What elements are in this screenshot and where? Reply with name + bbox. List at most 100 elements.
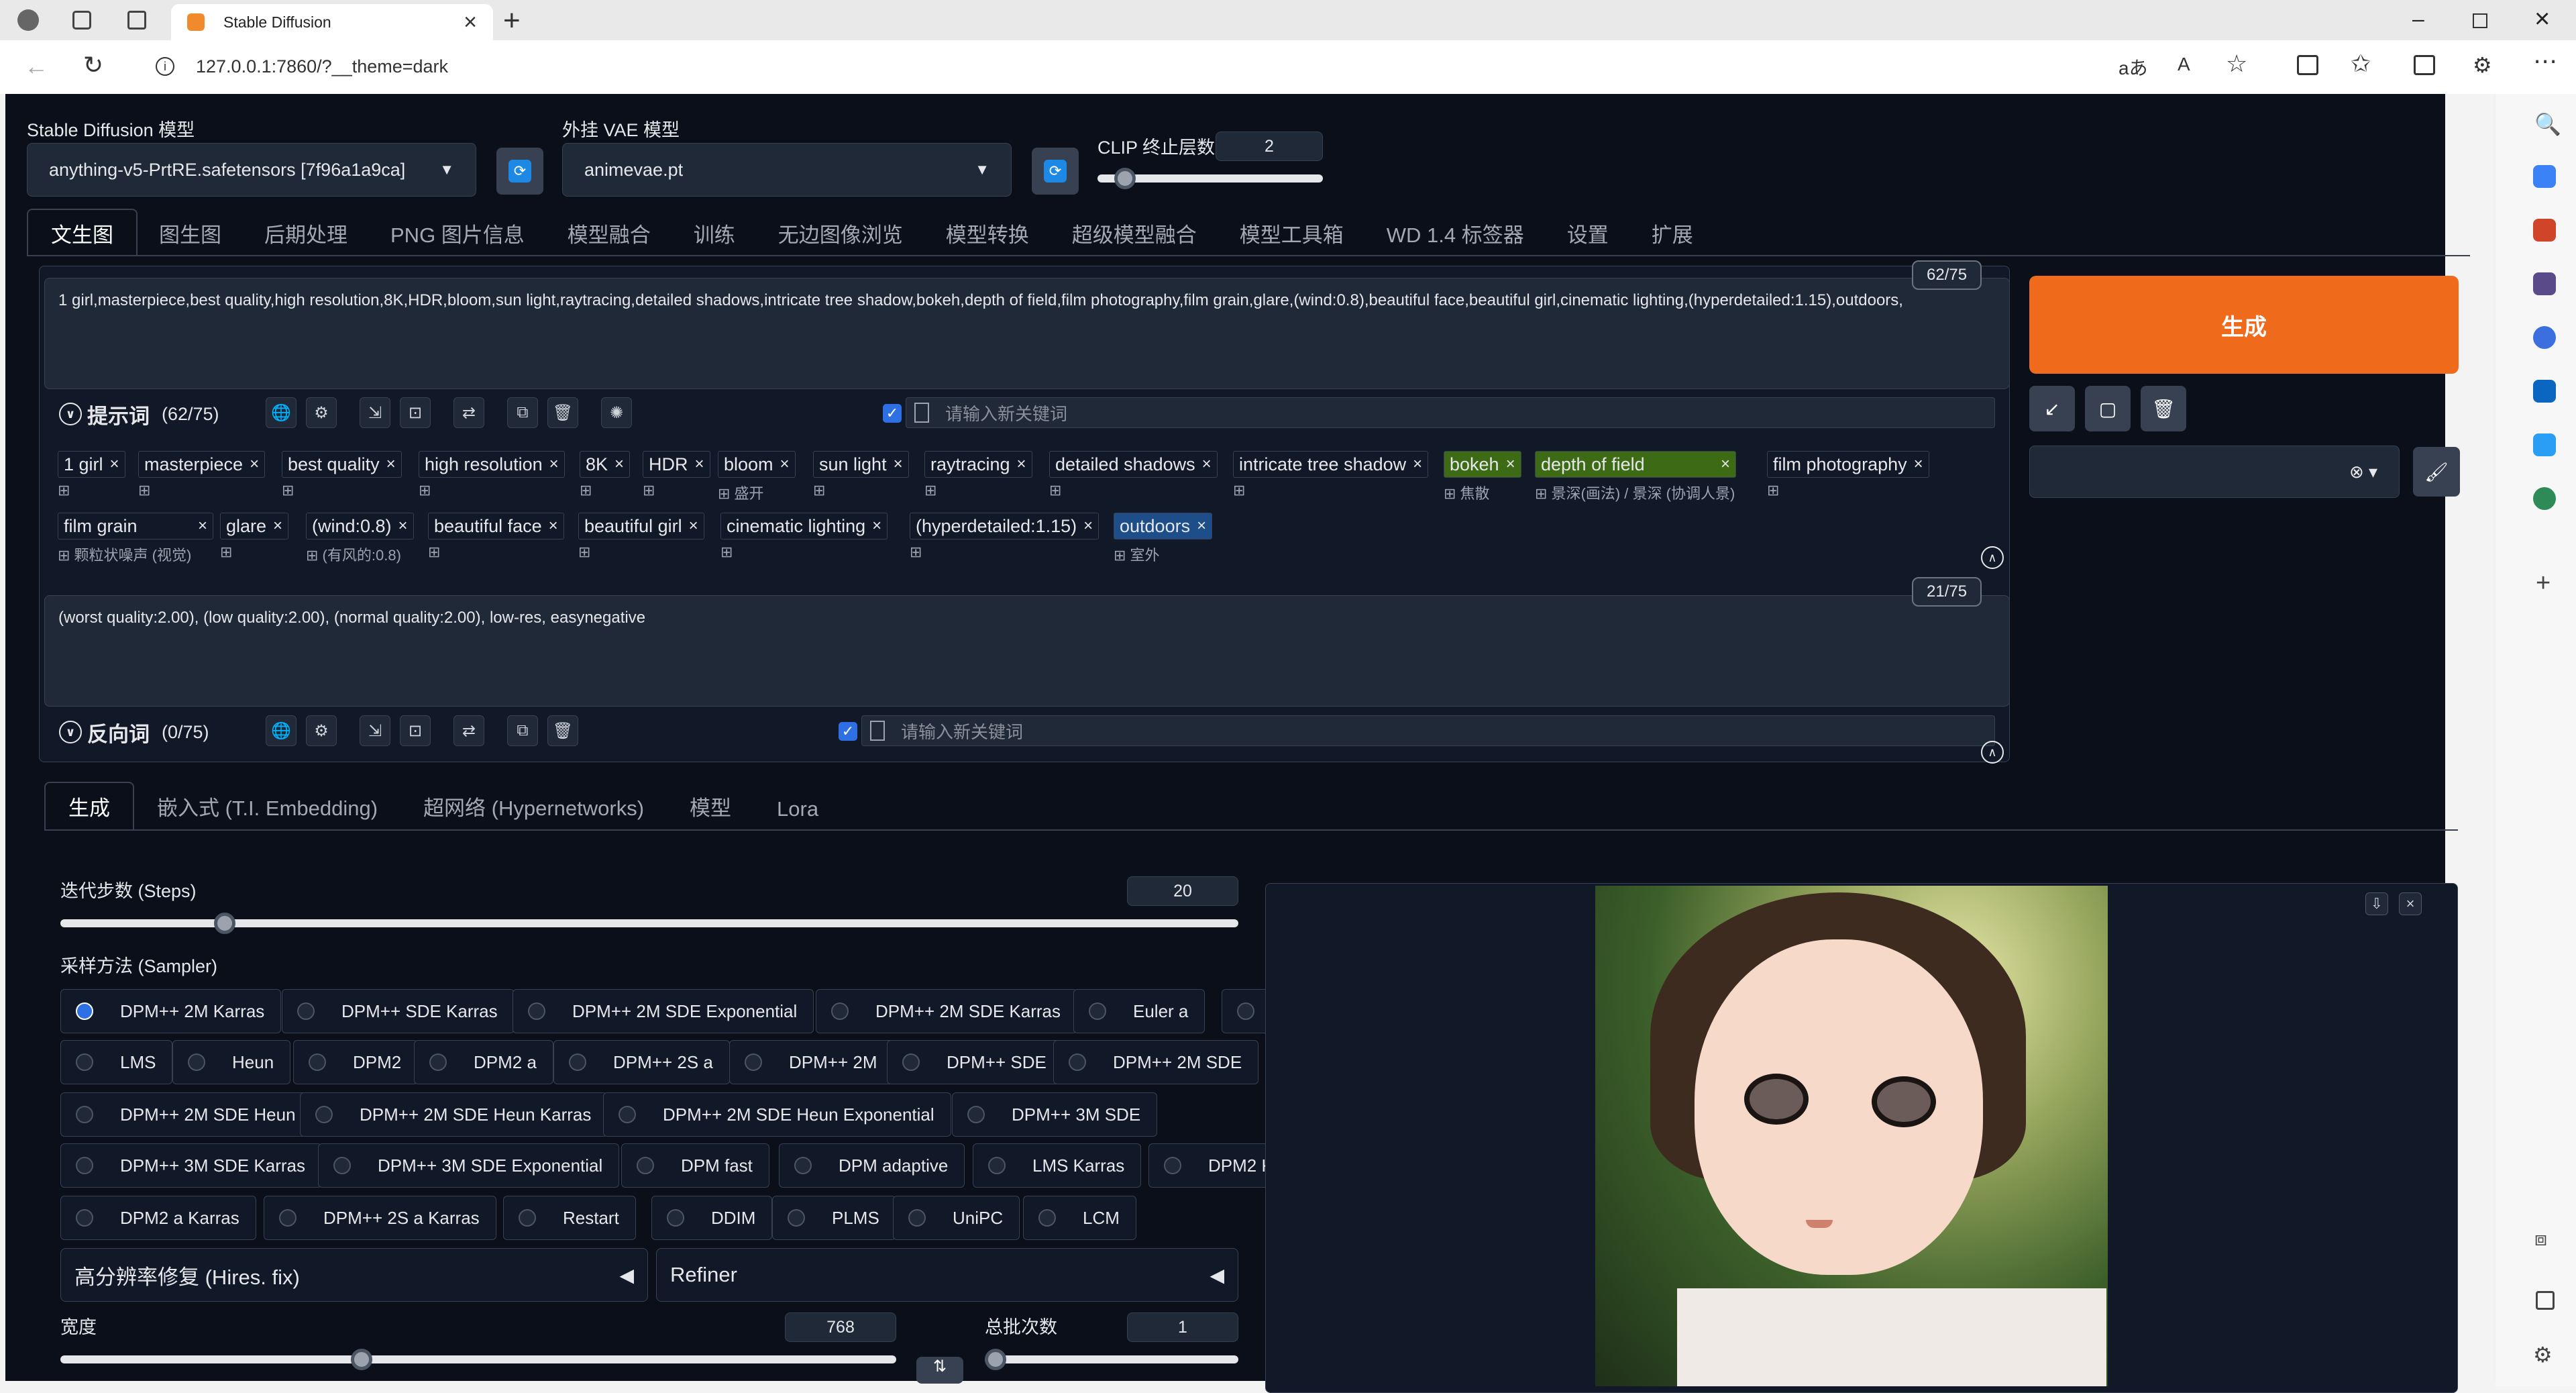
sampler-option[interactable]: DPM++ 2S a [553, 1040, 730, 1084]
prompt-chip[interactable]: bokeh × [1444, 451, 1521, 478]
tab-2[interactable]: 后期处理 [243, 218, 369, 255]
prompt-chip[interactable]: depth of field × [1535, 451, 1736, 478]
model-dropdown[interactable]: anything-v5-PrtRE.safetensors [7f96a1a9c… [27, 143, 476, 197]
sampler-option[interactable]: DPM++ 2M SDE Exponential [513, 989, 814, 1033]
chip-remove-icon[interactable]: × [110, 455, 119, 474]
chip-remove-icon[interactable]: × [695, 455, 704, 474]
close-window-icon[interactable]: × [2534, 4, 2550, 34]
prompt-chip[interactable]: intricate tree shadow × [1233, 451, 1429, 478]
arrow-icon[interactable]: ↙ [2029, 386, 2075, 431]
restore-icon[interactable] [2473, 13, 2487, 28]
negative-keyword-input[interactable]: 请输入新关键词 [861, 715, 1995, 746]
browser-tab[interactable]: Stable Diffusion × [171, 4, 493, 40]
keyword-checkbox[interactable]: ✓ [883, 404, 902, 423]
tab-11[interactable]: 设置 [1546, 218, 1630, 255]
sampler-option[interactable]: LMS Karras [973, 1143, 1142, 1188]
subtab-4[interactable]: Lora [754, 797, 841, 829]
swap-dimensions-icon[interactable]: ⇅ [916, 1357, 963, 1384]
chip-remove-icon[interactable]: × [780, 455, 790, 474]
subtab-3[interactable]: 模型 [667, 791, 754, 829]
sidebar-outlook-icon[interactable] [2533, 380, 2556, 403]
refresh-icon[interactable]: ↻ [83, 51, 103, 79]
trash-icon[interactable]: 🗑 [547, 715, 578, 746]
prompt-chip[interactable]: outdoors × [1114, 513, 1213, 539]
paintbrush-icon[interactable]: 🖌 [2413, 447, 2460, 497]
close-image-icon[interactable]: × [2399, 892, 2422, 915]
generate-button[interactable]: 生成 [2029, 276, 2459, 374]
favorite-icon[interactable]: ☆ [2226, 50, 2247, 78]
translate-icon[interactable]: 🌐 [266, 715, 297, 746]
chip-remove-icon[interactable]: × [1202, 455, 1212, 474]
back-icon[interactable]: ← [24, 52, 48, 81]
sidebar-screenshot-icon[interactable]: ⧈ [2534, 1228, 2547, 1251]
prompt-chip[interactable]: HDR × [643, 451, 710, 478]
sampler-option[interactable]: LCM [1023, 1196, 1136, 1240]
sidebar-copilot-icon[interactable] [2533, 326, 2556, 349]
sampler-option[interactable]: DPM2 a [414, 1040, 553, 1084]
sidebar-add-icon[interactable]: + [2536, 569, 2551, 598]
vae-dropdown[interactable]: animevae.pt ▼ [562, 143, 1012, 197]
sampler-option[interactable]: Euler a [1073, 989, 1205, 1033]
chip-remove-icon[interactable]: × [198, 517, 207, 535]
sampler-option[interactable]: DDIM [651, 1196, 773, 1240]
subtab-0[interactable]: 生成 [44, 782, 134, 829]
chip-remove-icon[interactable]: × [549, 517, 558, 535]
sampler-option[interactable]: DPM++ 2M SDE [1053, 1040, 1259, 1084]
reader-icon[interactable]: A [2178, 54, 2190, 75]
refresh-model-button[interactable]: ⟳ [496, 148, 543, 195]
sampler-option[interactable]: DPM++ 3M SDE Exponential [318, 1143, 620, 1188]
chip-remove-icon[interactable]: × [250, 455, 259, 474]
clip-value-input[interactable]: 2 [1216, 132, 1323, 161]
prompt-chip[interactable]: beautiful face × [428, 513, 564, 539]
refiner-accordion[interactable]: Refiner ◀ [656, 1248, 1238, 1302]
batch-count-input[interactable]: 1 [1127, 1312, 1238, 1342]
collapse-negative-icon[interactable]: ∧ [1981, 741, 2004, 764]
prompt-chip[interactable]: cinematic lighting × [720, 513, 888, 539]
sidebar-send-icon[interactable] [2533, 433, 2556, 456]
search-icon[interactable]: 🔍 [2534, 111, 2561, 137]
chip-remove-icon[interactable]: × [894, 455, 903, 474]
steps-value-input[interactable]: 20 [1127, 876, 1238, 906]
clip-slider-handle[interactable] [1114, 168, 1136, 189]
translate-icon[interactable]: 🌐 [266, 397, 297, 428]
swap-icon[interactable]: ⇄ [453, 397, 484, 428]
sampler-option[interactable]: DPM2 a Karras [60, 1196, 256, 1240]
hires-fix-accordion[interactable]: 高分辨率修复 (Hires. fix) ◀ [60, 1248, 648, 1302]
steps-slider-track[interactable] [60, 919, 1238, 927]
width-slider-track[interactable] [60, 1355, 896, 1363]
chip-remove-icon[interactable]: × [614, 455, 624, 474]
collapse-chips-icon[interactable]: ∧ [1981, 546, 2004, 569]
workspaces-icon[interactable] [72, 11, 91, 30]
collections-icon[interactable] [2414, 55, 2435, 75]
more-icon[interactable]: ⋯ [2533, 47, 2557, 75]
sidebar-tag-icon[interactable] [2533, 165, 2556, 188]
batch-slider-track[interactable] [985, 1355, 1238, 1363]
sampler-option[interactable]: DPM2 [293, 1040, 419, 1084]
favorites-icon[interactable]: ✩ [2351, 50, 2371, 78]
prompt-chip[interactable]: best quality × [282, 451, 402, 478]
prompt-chip[interactable]: raytracing × [924, 451, 1032, 478]
download-icon[interactable]: ⇩ [2365, 892, 2388, 915]
sampler-option[interactable]: DPM++ 3M SDE [952, 1092, 1158, 1137]
negative-keyword-checkbox[interactable]: ✓ [839, 722, 857, 741]
trash-icon[interactable]: 🗑 [2141, 386, 2186, 431]
swap-icon[interactable]: ⇄ [453, 715, 484, 746]
collapse-icon[interactable]: ∨ [59, 403, 82, 425]
batch-slider-handle[interactable] [985, 1349, 1006, 1370]
width-value-input[interactable]: 768 [785, 1312, 896, 1342]
sampler-option[interactable]: DPM++ 3M SDE Karras [60, 1143, 322, 1188]
sampler-option[interactable]: Restart [503, 1196, 636, 1240]
prompt-chip[interactable]: bloom × [718, 451, 796, 478]
trash-icon[interactable]: 🗑 [547, 397, 578, 428]
settings-gear-icon[interactable]: ⚙ [306, 715, 337, 746]
openai-icon[interactable]: ✺ [601, 397, 632, 428]
sampler-option[interactable]: DPM fast [621, 1143, 769, 1188]
chip-remove-icon[interactable]: × [549, 455, 559, 474]
sampler-option[interactable]: PLMS [772, 1196, 896, 1240]
prompt-chip[interactable]: (wind:0.8) × [306, 513, 414, 539]
chip-remove-icon[interactable]: × [1914, 455, 1923, 474]
chip-remove-icon[interactable]: × [1197, 517, 1206, 535]
chip-remove-icon[interactable]: × [1083, 517, 1093, 535]
sampler-option[interactable]: DPM++ 2M SDE Heun [60, 1092, 313, 1137]
chip-remove-icon[interactable]: × [1721, 455, 1730, 474]
